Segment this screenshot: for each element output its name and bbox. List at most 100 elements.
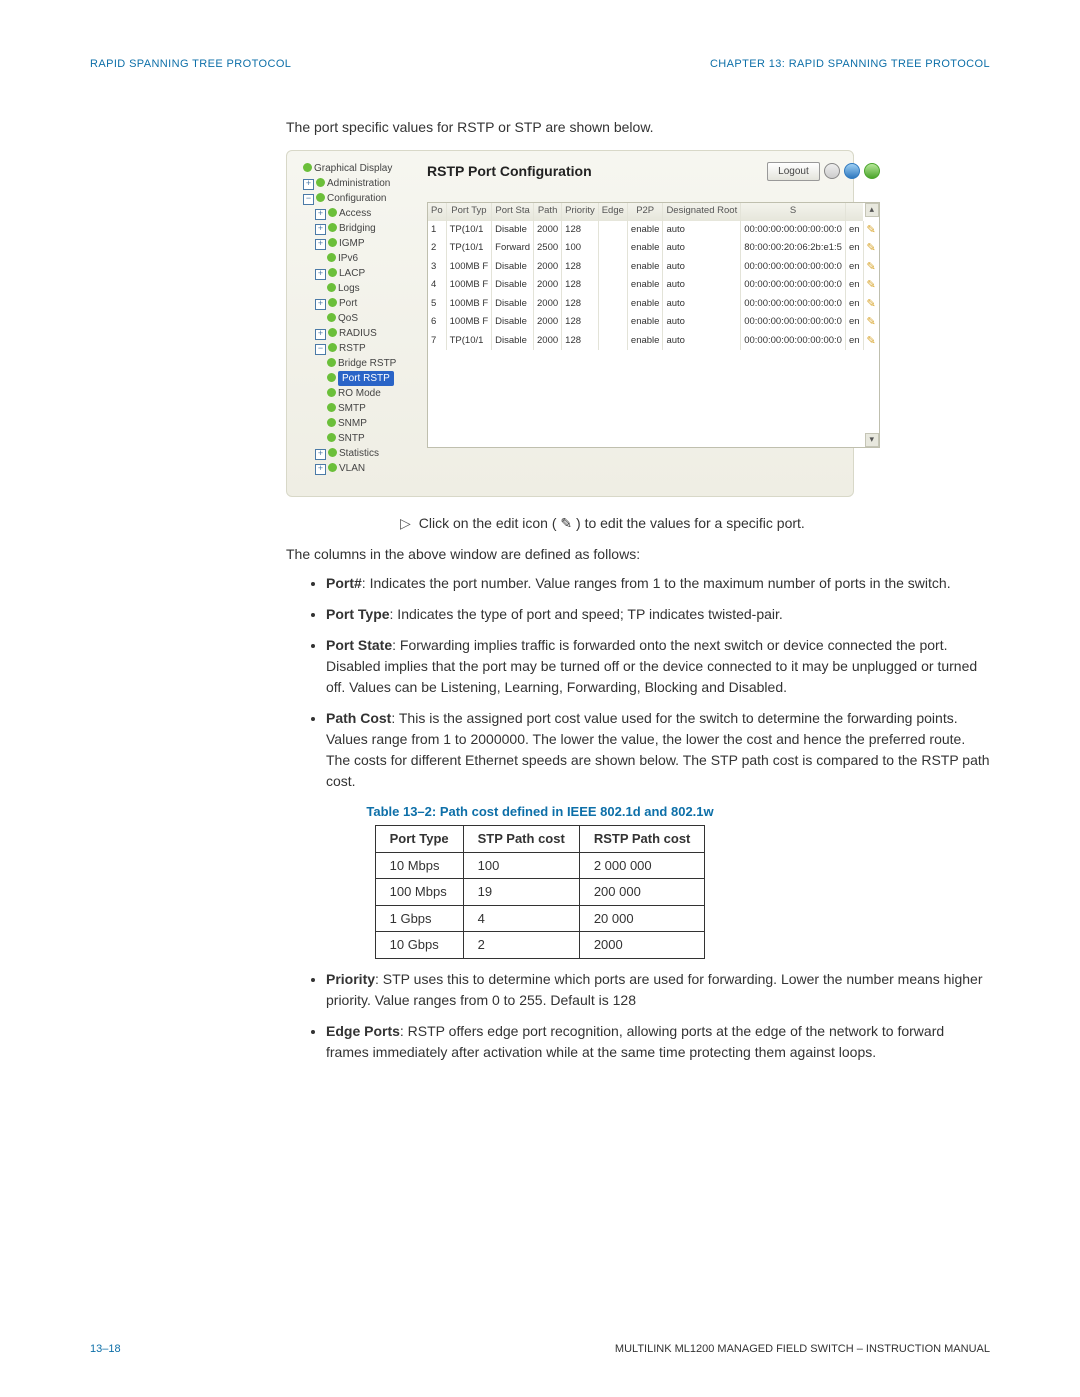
- window-title: RSTP Port Configuration: [427, 161, 592, 182]
- cost-row: 10 Mbps1002 000 000: [375, 852, 705, 879]
- edit-icon[interactable]: ✎: [867, 316, 876, 328]
- header-right: CHAPTER 13: RAPID SPANNING TREE PROTOCOL: [710, 56, 990, 73]
- nav-item[interactable]: +Statistics: [297, 446, 419, 461]
- node-icon: [328, 448, 337, 457]
- nav-item[interactable]: +IGMP: [297, 236, 419, 251]
- table-row[interactable]: 1TP(10/1Disable2000128enableauto00:00:00…: [428, 221, 879, 240]
- edit-icon[interactable]: ✎: [867, 242, 876, 254]
- expand-icon[interactable]: +: [315, 239, 326, 250]
- nav-item[interactable]: Logs: [297, 281, 419, 296]
- expand-icon[interactable]: −: [303, 194, 314, 205]
- cost-header: RSTP Path cost: [579, 826, 705, 853]
- nav-item[interactable]: +Access: [297, 206, 419, 221]
- column-header[interactable]: Port Sta: [492, 203, 534, 221]
- edit-icon[interactable]: ✎: [867, 279, 876, 291]
- table-row[interactable]: 3100MB FDisable2000128enableauto00:00:00…: [428, 258, 879, 277]
- node-icon: [328, 463, 337, 472]
- definition-item: Priority: STP uses this to determine whi…: [326, 969, 990, 1011]
- rstp-window: Graphical Display+Administration−Configu…: [286, 150, 854, 497]
- nav-item[interactable]: Bridge RSTP: [297, 356, 419, 371]
- table-row[interactable]: 5100MB FDisable2000128enableauto00:00:00…: [428, 295, 879, 314]
- logout-button[interactable]: Logout: [767, 162, 820, 181]
- nav-item[interactable]: Port RSTP: [297, 371, 419, 386]
- triangle-icon: ▷: [400, 513, 411, 534]
- definition-item: Port#: Indicates the port number. Value …: [326, 573, 990, 594]
- expand-icon[interactable]: +: [303, 179, 314, 190]
- nav-item[interactable]: −Configuration: [297, 191, 419, 206]
- node-icon: [327, 253, 336, 262]
- nav-item[interactable]: +RADIUS: [297, 326, 419, 341]
- nav-tree: Graphical Display+Administration−Configu…: [297, 161, 419, 476]
- nav-item[interactable]: Graphical Display: [297, 161, 419, 176]
- cost-row: 10 Gbps22000: [375, 932, 705, 959]
- expand-icon[interactable]: +: [315, 209, 326, 220]
- node-icon: [316, 178, 325, 187]
- column-header[interactable]: S: [741, 203, 846, 221]
- edit-icon[interactable]: ✎: [867, 224, 876, 236]
- click-instruction: Click on the edit icon ( ✎ ) to edit the…: [419, 513, 805, 534]
- scroll-up-icon[interactable]: ▴: [865, 203, 879, 217]
- expand-icon[interactable]: +: [315, 269, 326, 280]
- column-header[interactable]: P2P: [627, 203, 663, 221]
- expand-icon[interactable]: +: [315, 329, 326, 340]
- node-icon: [327, 313, 336, 322]
- expand-icon[interactable]: +: [315, 449, 326, 460]
- nav-item[interactable]: +Administration: [297, 176, 419, 191]
- nav-item[interactable]: SMTP: [297, 401, 419, 416]
- expand-icon[interactable]: +: [315, 299, 326, 310]
- column-header[interactable]: Po: [428, 203, 446, 221]
- table-row[interactable]: 7TP(10/1Disable2000128enableauto00:00:00…: [428, 332, 879, 351]
- node-icon: [327, 358, 336, 367]
- cost-row: 100 Mbps19200 000: [375, 879, 705, 906]
- refresh-icon[interactable]: [844, 163, 860, 179]
- intro-text: The port specific values for RSTP or STP…: [286, 117, 990, 138]
- table-caption: Table 13–2: Path cost defined in IEEE 80…: [90, 802, 990, 822]
- print-icon[interactable]: [824, 163, 840, 179]
- table-row[interactable]: 4100MB FDisable2000128enableauto00:00:00…: [428, 276, 879, 295]
- cost-header: Port Type: [375, 826, 463, 853]
- definition-item: Edge Ports: RSTP offers edge port recogn…: [326, 1021, 990, 1063]
- header-left: RAPID SPANNING TREE PROTOCOL: [90, 56, 291, 73]
- help-icon[interactable]: [864, 163, 880, 179]
- node-icon: [303, 163, 312, 172]
- nav-item[interactable]: +VLAN: [297, 461, 419, 476]
- nav-item[interactable]: +Port: [297, 296, 419, 311]
- expand-icon[interactable]: +: [315, 464, 326, 475]
- nav-item[interactable]: +Bridging: [297, 221, 419, 236]
- node-icon: [327, 283, 336, 292]
- nav-item[interactable]: −RSTP: [297, 341, 419, 356]
- nav-item[interactable]: SNTP: [297, 431, 419, 446]
- nav-item[interactable]: SNMP: [297, 416, 419, 431]
- definitions-list-2: Priority: STP uses this to determine whi…: [306, 969, 990, 1063]
- edit-icon[interactable]: ✎: [867, 261, 876, 273]
- definition-item: Port Type: Indicates the type of port an…: [326, 604, 990, 625]
- columns-intro: The columns in the above window are defi…: [286, 544, 990, 565]
- definition-item: Path Cost: This is the assigned port cos…: [326, 708, 990, 792]
- column-header[interactable]: Designated Root: [663, 203, 741, 221]
- node-icon: [327, 433, 336, 442]
- expand-icon[interactable]: −: [315, 344, 326, 355]
- node-icon: [328, 268, 337, 277]
- nav-item[interactable]: RO Mode: [297, 386, 419, 401]
- table-row[interactable]: 6100MB FDisable2000128enableauto00:00:00…: [428, 313, 879, 332]
- node-icon: [328, 328, 337, 337]
- column-header[interactable]: Port Typ: [446, 203, 492, 221]
- column-header[interactable]: Path: [534, 203, 562, 221]
- node-icon: [328, 238, 337, 247]
- scroll-down-icon[interactable]: ▾: [865, 433, 879, 447]
- path-cost-table: Port TypeSTP Path costRSTP Path cost10 M…: [375, 825, 706, 959]
- definitions-list: Port#: Indicates the port number. Value …: [306, 573, 990, 792]
- edit-icon[interactable]: ✎: [867, 298, 876, 310]
- edit-icon[interactable]: ✎: [867, 335, 876, 347]
- port-grid: ▴ PoPort TypPort StaPathPriorityEdgeP2PD…: [427, 202, 880, 448]
- node-icon: [316, 193, 325, 202]
- node-icon: [327, 373, 336, 382]
- nav-item[interactable]: QoS: [297, 311, 419, 326]
- column-header[interactable]: [845, 203, 863, 221]
- nav-item[interactable]: +LACP: [297, 266, 419, 281]
- column-header[interactable]: Priority: [562, 203, 599, 221]
- expand-icon[interactable]: +: [315, 224, 326, 235]
- table-row[interactable]: 2TP(10/1Forward2500100enableauto80:00:00…: [428, 239, 879, 258]
- column-header[interactable]: Edge: [598, 203, 627, 221]
- nav-item[interactable]: IPv6: [297, 251, 419, 266]
